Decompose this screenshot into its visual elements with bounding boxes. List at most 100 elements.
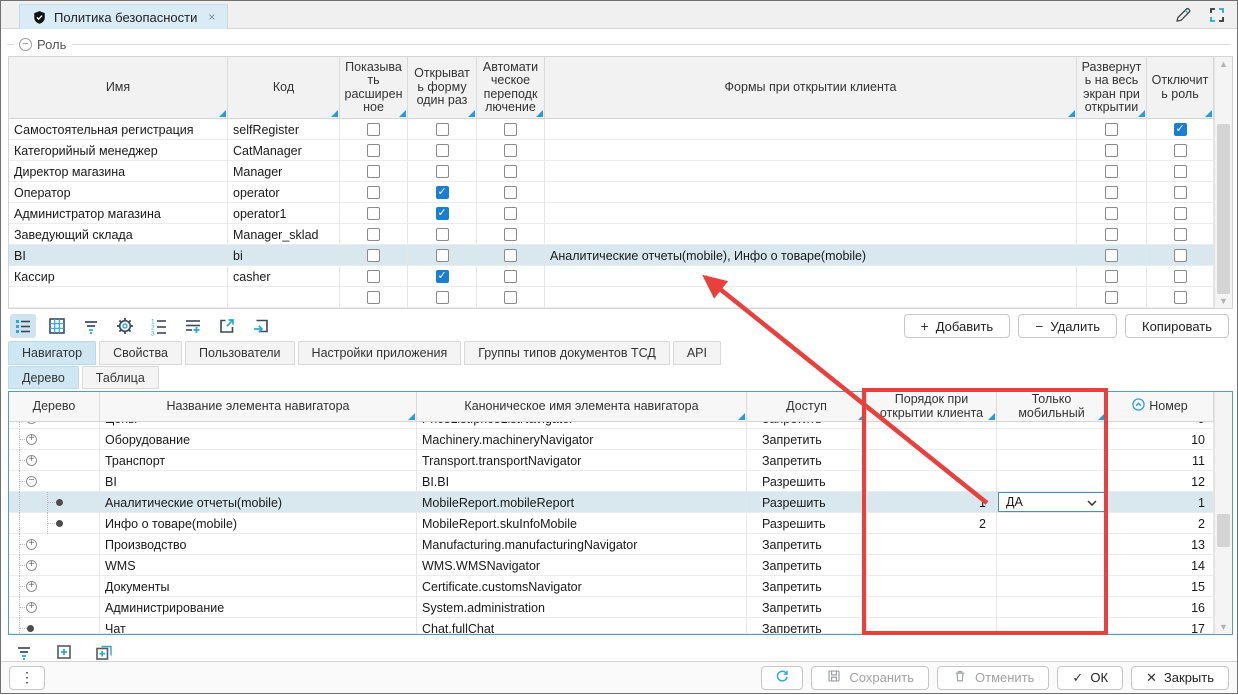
nav-name-cell[interactable]: Производство: [100, 534, 417, 555]
reload-into-icon[interactable]: [248, 314, 274, 338]
roles-table-row[interactable]: [9, 287, 1232, 308]
forms-on-open-cell[interactable]: [545, 287, 1077, 308]
nav-canonical-cell[interactable]: Machinery.machineryNavigator: [417, 429, 747, 450]
disable-role-cell[interactable]: [1147, 245, 1214, 266]
nav-access-cell[interactable]: Запретить: [747, 429, 867, 450]
checkbox-open-form-once[interactable]: [436, 186, 449, 199]
nav-canonical-cell[interactable]: MobileReport.skuInfoMobile: [417, 513, 747, 534]
checkbox-auto-reconnect[interactable]: [504, 291, 517, 304]
checkbox-disable-role[interactable]: [1174, 144, 1187, 157]
open-form-once-cell[interactable]: [408, 266, 477, 287]
navigator-table-row[interactable]: +ПроизводствоManufacturing.manufacturing…: [9, 534, 1232, 555]
role-code-cell[interactable]: casher: [228, 266, 340, 287]
fullscreen-on-open-cell[interactable]: [1077, 119, 1147, 140]
roles-table-row[interactable]: Директор магазинаManager: [9, 161, 1232, 182]
nav-name-cell[interactable]: Транспорт: [100, 450, 417, 471]
tree-cell[interactable]: [9, 492, 100, 513]
checkbox-fullscreen-on-open[interactable]: [1105, 165, 1118, 178]
nav-name-cell[interactable]: Оборудование: [100, 429, 417, 450]
role-name-cell[interactable]: Администратор магазина: [9, 203, 228, 224]
checkbox-disable-role[interactable]: [1174, 207, 1187, 220]
open-form-once-cell[interactable]: [408, 161, 477, 182]
navigator-table-row[interactable]: ЧатChat.fullChatЗапретить17: [9, 618, 1232, 634]
checkbox-fullscreen-on-open[interactable]: [1105, 123, 1118, 136]
tree-cell[interactable]: −: [9, 422, 100, 429]
nav-access-cell[interactable]: Запретить: [747, 576, 867, 597]
tree-cell[interactable]: +: [9, 429, 100, 450]
disable-role-cell[interactable]: [1147, 287, 1214, 308]
open-form-once-cell[interactable]: [408, 245, 477, 266]
nav-access-cell[interactable]: Запретить: [747, 618, 867, 634]
nav-mobile-only-cell[interactable]: [997, 429, 1107, 450]
show-extended-cell[interactable]: [340, 224, 408, 245]
checkbox-show-extended[interactable]: [367, 291, 380, 304]
tree-cell[interactable]: +: [9, 597, 100, 618]
checkbox-auto-reconnect[interactable]: [504, 123, 517, 136]
checkbox-disable-role[interactable]: [1174, 228, 1187, 241]
nav-canonical-cell[interactable]: BI.BI: [417, 471, 747, 492]
checkbox-disable-role[interactable]: [1174, 291, 1187, 304]
nav-order-cell[interactable]: [867, 450, 997, 471]
checkbox-show-extended[interactable]: [367, 123, 380, 136]
checkbox-disable-role[interactable]: [1174, 270, 1187, 283]
open-form-once-cell[interactable]: [408, 119, 477, 140]
sort-corner-icon[interactable]: [988, 413, 995, 420]
tab-security-policy[interactable]: Политика безопасности ×: [19, 4, 228, 29]
nav-mobile-only-cell[interactable]: [997, 422, 1107, 429]
role-name-cell[interactable]: BI: [9, 245, 228, 266]
role-name-cell[interactable]: Оператор: [9, 182, 228, 203]
tree-expand-icon[interactable]: +: [26, 455, 37, 466]
auto-reconnect-cell[interactable]: [477, 140, 545, 161]
list-view-icon[interactable]: [10, 314, 36, 338]
column-header[interactable]: Развернуть на весь экран при открытии: [1077, 57, 1147, 119]
sort-corner-icon[interactable]: [536, 110, 543, 117]
tree-collapse-icon[interactable]: −: [26, 476, 37, 487]
forms-on-open-cell[interactable]: [545, 140, 1077, 161]
roles-table-row[interactable]: Заведующий складаManager_sklad: [9, 224, 1232, 245]
navigator-table-row[interactable]: +ОборудованиеMachinery.machineryNavigato…: [9, 429, 1232, 450]
navigator-table-row[interactable]: +АдминистрированиеSystem.administrationЗ…: [9, 597, 1232, 618]
numbered-list-icon[interactable]: 123: [146, 314, 172, 338]
nav-name-cell[interactable]: Документы: [100, 576, 417, 597]
nav-order-cell[interactable]: [867, 534, 997, 555]
roles-table-row[interactable]: Категорийный менеджерCatManager: [9, 140, 1232, 161]
open-external-icon[interactable]: [214, 314, 240, 338]
nav-mobile-only-cell[interactable]: [997, 471, 1107, 492]
subtab-таблица[interactable]: Таблица: [82, 366, 159, 389]
scrollbar-thumb[interactable]: [1217, 124, 1230, 294]
nav-number-cell[interactable]: 14: [1107, 555, 1214, 576]
column-header[interactable]: Номер: [1107, 392, 1214, 422]
navigator-table-row[interactable]: +ТранспортTransport.transportNavigatorЗа…: [9, 450, 1232, 471]
tree-collapse-icon[interactable]: −: [26, 422, 37, 424]
nav-access-cell[interactable]: Запретить: [747, 422, 867, 429]
nav-number-cell[interactable]: 16: [1107, 597, 1214, 618]
sort-corner-icon[interactable]: [219, 110, 226, 117]
nav-mobile-only-cell[interactable]: [997, 450, 1107, 471]
disable-role-cell[interactable]: [1147, 182, 1214, 203]
role-name-cell[interactable]: Кассир: [9, 266, 228, 287]
column-header[interactable]: Открывать форму один раз: [408, 57, 477, 119]
nav-name-cell[interactable]: BI: [100, 471, 417, 492]
tree-cell[interactable]: −: [9, 471, 100, 492]
show-extended-cell[interactable]: [340, 287, 408, 308]
sort-corner-icon[interactable]: [1068, 110, 1075, 117]
role-name-cell[interactable]: Категорийный менеджер: [9, 140, 228, 161]
checkbox-disable-role[interactable]: [1174, 186, 1187, 199]
roles-table-row[interactable]: Самостоятельная регистрацияselfRegister: [9, 119, 1232, 140]
checkbox-open-form-once[interactable]: [436, 249, 449, 262]
auto-reconnect-cell[interactable]: [477, 266, 545, 287]
tree-cell[interactable]: +: [9, 534, 100, 555]
nav-number-cell[interactable]: 12: [1107, 471, 1214, 492]
checkbox-fullscreen-on-open[interactable]: [1105, 291, 1118, 304]
nav-access-cell[interactable]: Разрешить: [747, 492, 867, 513]
open-form-once-cell[interactable]: [408, 203, 477, 224]
tree-expand-icon[interactable]: +: [26, 539, 37, 550]
nav-order-cell[interactable]: [867, 576, 997, 597]
nav-access-cell[interactable]: Разрешить: [747, 471, 867, 492]
navigator-table-row[interactable]: Инфо о товаре(mobile)MobileReport.skuInf…: [9, 513, 1232, 534]
sort-corner-icon[interactable]: [408, 413, 415, 420]
close-button[interactable]: ✕Закрыть: [1131, 666, 1229, 690]
checkbox-fullscreen-on-open[interactable]: [1105, 249, 1118, 262]
checkbox-open-form-once[interactable]: [436, 144, 449, 157]
checkbox-auto-reconnect[interactable]: [504, 207, 517, 220]
